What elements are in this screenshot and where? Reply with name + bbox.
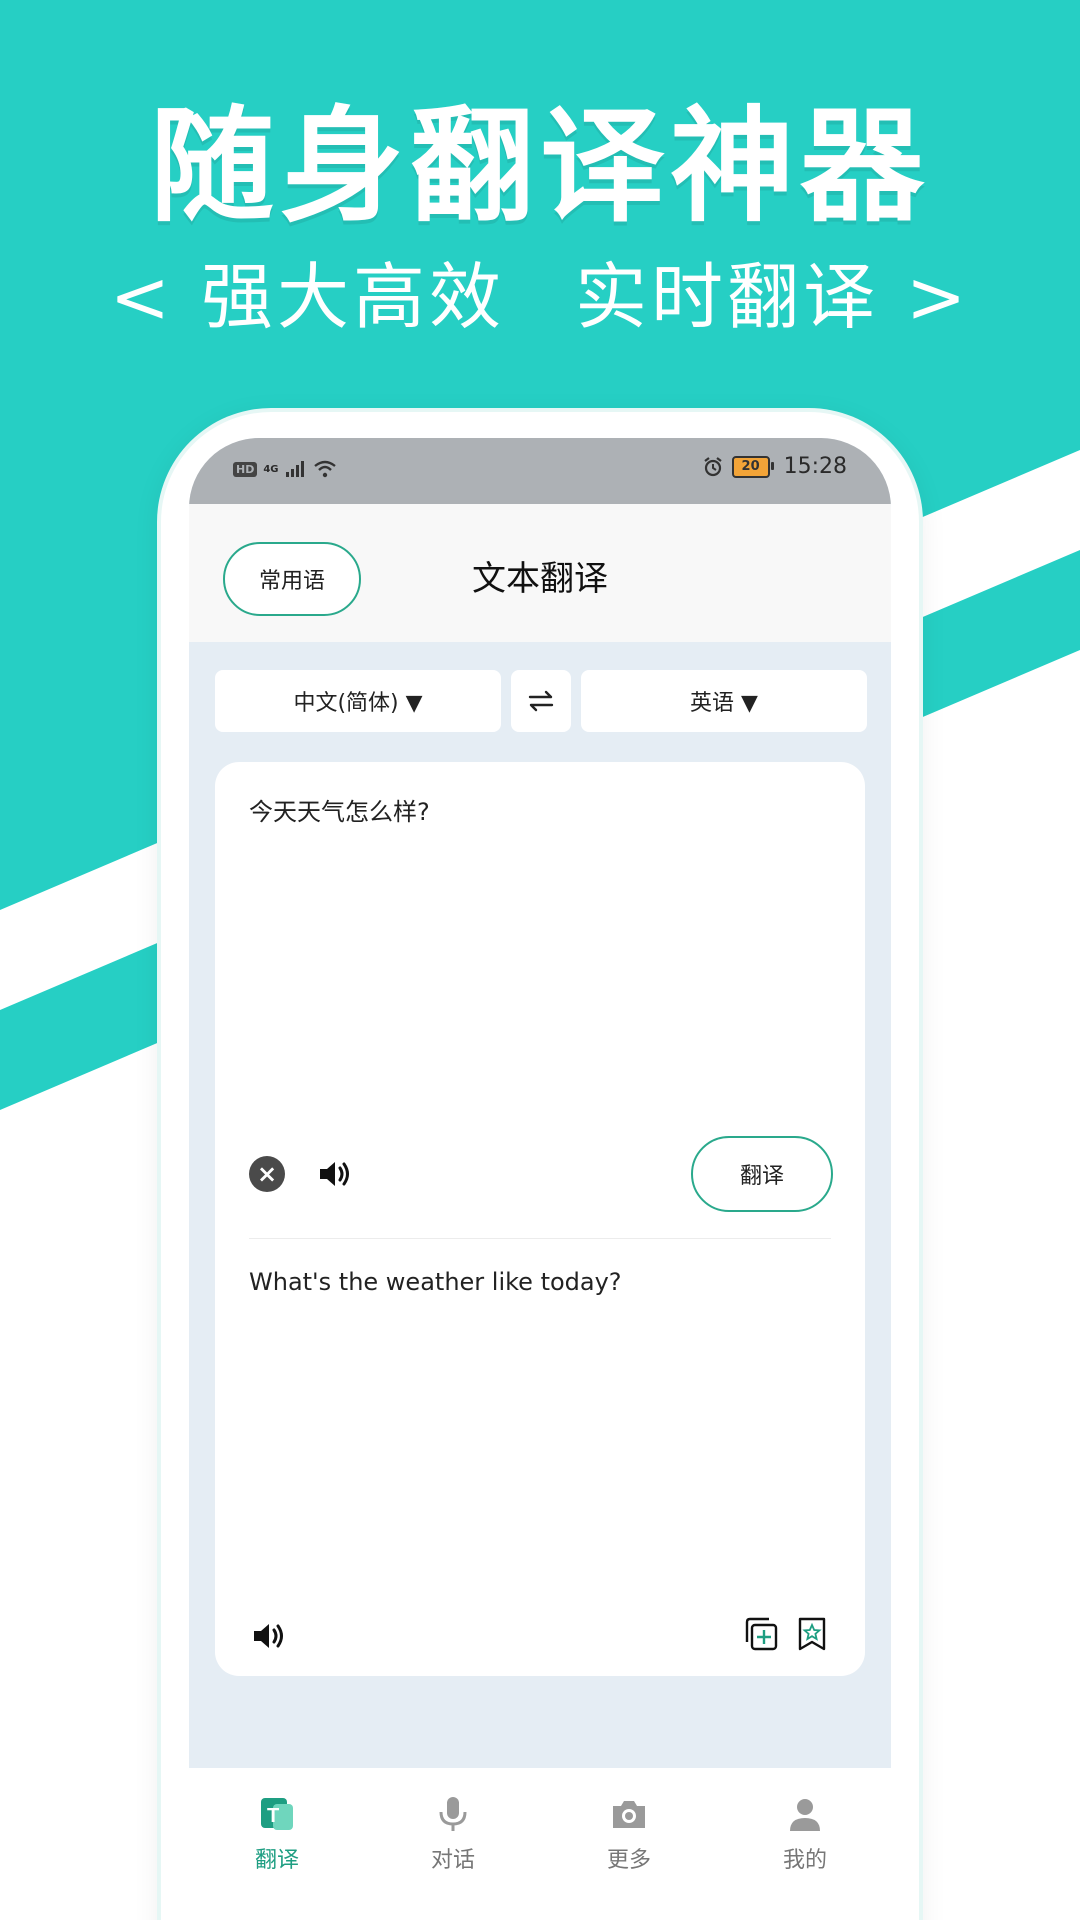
speaker-icon[interactable] — [315, 1154, 355, 1194]
alarm-icon — [703, 456, 722, 476]
language-selector: 中文(简体) ▼ 英语 ▼ — [215, 670, 867, 732]
status-time: 15:28 — [783, 454, 847, 479]
swap-arrows-icon — [528, 690, 554, 712]
bookmark-star-icon[interactable] — [795, 1616, 829, 1652]
promo-subline: < 强大高效 实时翻译 > — [0, 252, 1080, 342]
wifi-icon — [313, 460, 336, 478]
tab-translate[interactable]: T 翻译 — [217, 1794, 337, 1874]
copy-icon[interactable] — [743, 1616, 779, 1652]
bottom-tab-bar: T 翻译 对话 更多 我的 — [189, 1768, 891, 1920]
result-text: What's the weather like today? — [249, 1268, 622, 1296]
result-speaker-icon[interactable] — [249, 1616, 289, 1656]
camera-icon — [613, 1801, 645, 1828]
target-language-dropdown[interactable]: 英语 ▼ — [581, 670, 867, 732]
divider — [249, 1238, 831, 1239]
tab-more[interactable]: 更多 — [569, 1794, 689, 1874]
tab-label: 我的 — [782, 1848, 827, 1873]
app-bar: 常用语 文本翻译 — [189, 504, 891, 642]
tab-conversation[interactable]: 对话 — [393, 1794, 513, 1874]
phone-screen: HD 4G 20 15:28 常用语 文本翻译 中文(简体) ▼ 英语 ▼ 今天… — [189, 438, 891, 1920]
status-bar: HD 4G 20 15:28 — [189, 438, 891, 504]
translate-button[interactable]: 翻译 — [691, 1136, 833, 1212]
person-icon — [790, 1799, 820, 1831]
promo-sub-right: 实时翻译 > — [575, 255, 971, 339]
translation-card: 今天天气怎么样? × 翻译 What's the weather like to… — [215, 762, 865, 1676]
close-icon: × — [256, 1160, 278, 1188]
promo-sub-left: < 强大高效 — [109, 255, 505, 339]
status-right: 20 15:28 — [702, 454, 847, 479]
status-left: HD 4G — [233, 460, 337, 478]
tab-profile[interactable]: 我的 — [745, 1794, 865, 1874]
tab-label: 对话 — [430, 1848, 475, 1873]
source-language-dropdown[interactable]: 中文(简体) ▼ — [215, 670, 501, 732]
microphone-icon — [439, 1797, 467, 1831]
tab-label: 更多 — [606, 1848, 651, 1873]
page-title: 文本翻译 — [472, 559, 608, 599]
source-text-input[interactable]: 今天天气怎么样? — [249, 792, 430, 827]
svg-text:T: T — [267, 1805, 279, 1827]
swap-languages-button[interactable] — [511, 670, 571, 732]
clear-button[interactable]: × — [249, 1156, 285, 1192]
network-type: 4G — [263, 463, 279, 475]
promo-headline: 随身翻译神器 — [149, 95, 930, 239]
tab-label: 翻译 — [254, 1848, 299, 1873]
signal-icon — [285, 461, 304, 477]
hd-indicator: HD — [233, 461, 258, 477]
translate-icon: T — [261, 1798, 293, 1830]
battery-icon: 20 — [731, 455, 774, 478]
